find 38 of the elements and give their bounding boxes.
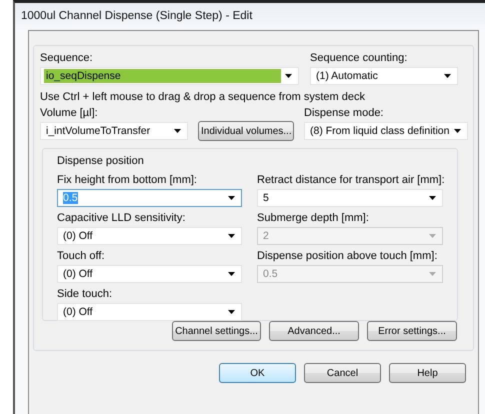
dialog-button[interactable]: Cancel bbox=[304, 363, 381, 383]
dialog-button[interactable]: Help bbox=[389, 363, 466, 383]
dropdown-arrow-icon[interactable] bbox=[228, 272, 235, 276]
dropdown-field[interactable]: (0) Off bbox=[57, 227, 242, 245]
field-label: Sequence: bbox=[40, 52, 94, 65]
window-title: 1000ul Channel Dispense (Single Step) - Edit bbox=[20, 8, 254, 24]
dropdown-arrow-icon[interactable] bbox=[429, 196, 436, 200]
group-title: Dispense position bbox=[57, 155, 145, 168]
field-label: Fix height from bottom [mm]: bbox=[57, 174, 198, 187]
individual-volumes-button[interactable]: Individual volumes... bbox=[198, 121, 294, 141]
hint-text: Use Ctrl + left mouse to drag & drop a sequence from system deck bbox=[40, 91, 366, 104]
dropdown-field[interactable]: (0) Off bbox=[57, 303, 242, 321]
field-label: Sequence counting: bbox=[310, 52, 408, 65]
settings-button[interactable]: Channel settings... bbox=[172, 321, 261, 341]
dropdown-arrow-icon[interactable] bbox=[285, 74, 292, 78]
dropdown-arrow-icon[interactable] bbox=[228, 196, 235, 200]
field-label: Retract distance for transport air [mm]: bbox=[257, 174, 443, 187]
field-label: Dispense mode: bbox=[304, 107, 384, 120]
dropdown-field[interactable]: (1) Automatic bbox=[310, 67, 458, 85]
settings-button[interactable]: Advanced... bbox=[269, 321, 359, 341]
dropdown-arrow-icon[interactable] bbox=[174, 129, 181, 133]
dropdown-field[interactable]: (0) Off bbox=[57, 265, 242, 283]
field-label: Volume [µl]: bbox=[40, 107, 99, 120]
dropdown-arrow-icon[interactable] bbox=[228, 310, 235, 314]
field-label: Dispense position above touch [mm]: bbox=[257, 250, 438, 263]
dropdown-arrow-icon[interactable] bbox=[444, 74, 451, 78]
dropdown-field[interactable]: i_intVolumeToTransfer bbox=[40, 122, 188, 140]
dropdown-field[interactable]: (8) From liquid class definition bbox=[304, 122, 468, 140]
field-label: Touch off: bbox=[57, 250, 106, 263]
dropdown-arrow-icon[interactable] bbox=[228, 234, 235, 238]
field-label: Submerge depth [mm]: bbox=[257, 212, 370, 225]
dropdown-field[interactable]: io_seqDispense bbox=[40, 67, 299, 85]
dropdown-arrow-icon[interactable] bbox=[454, 129, 461, 133]
field-label: Side touch: bbox=[57, 288, 114, 301]
field-label: Capacitive LLD sensitivity: bbox=[57, 212, 186, 225]
dropdown-field[interactable]: 5 bbox=[257, 189, 443, 207]
dialog-button[interactable]: OK bbox=[219, 363, 296, 383]
settings-button[interactable]: Error settings... bbox=[367, 321, 457, 341]
